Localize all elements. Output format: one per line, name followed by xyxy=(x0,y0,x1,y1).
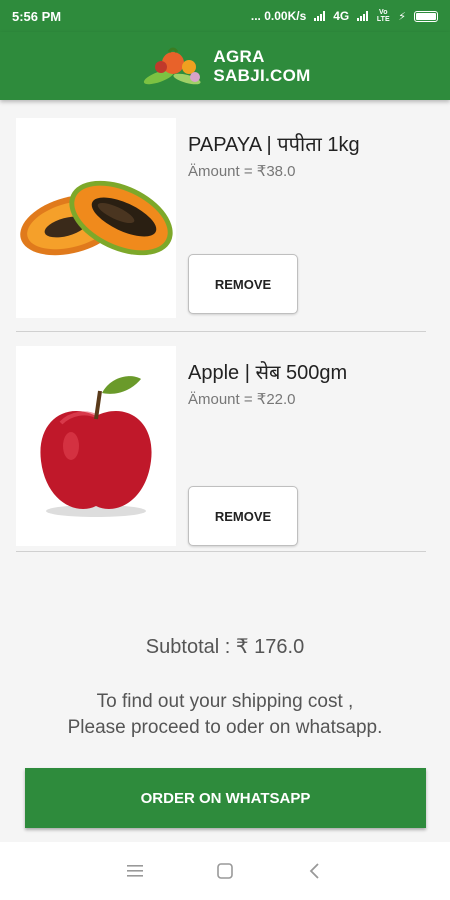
brand-line-2: SABJI.COM xyxy=(213,66,311,85)
brand-line-1: AGRA xyxy=(213,47,265,66)
volte-icon: Vo LTE xyxy=(376,9,390,23)
apple-image xyxy=(16,346,176,546)
charging-icon: ⚡ xyxy=(398,10,406,23)
brand-logo-text: AGRA SABJI.COM xyxy=(213,47,310,85)
cart-item: Apple | सेब 500gm Ämount = ₹22.0 REMOVE xyxy=(16,346,426,552)
status-bar: 5:56 PM ... 0.00K/s 4G Vo LTE ⚡ xyxy=(0,0,450,32)
network-type: 4G xyxy=(333,9,350,23)
signal-icon-2 xyxy=(357,11,369,21)
shipping-note: To find out your shipping cost , Please … xyxy=(0,689,450,741)
network-speed: ... 0.00K/s xyxy=(250,9,307,23)
menu-icon[interactable] xyxy=(124,860,146,882)
order-on-whatsapp-button[interactable]: ORDER ON WHATSAPP xyxy=(25,768,426,828)
item-amount: Ämount = ₹22.0 xyxy=(188,391,296,408)
shipping-note-line-1: To find out your shipping cost , xyxy=(96,691,354,712)
remove-button[interactable]: REMOVE xyxy=(188,254,298,314)
item-name: Apple | सेब 500gm xyxy=(188,362,348,384)
status-time: 5:56 PM xyxy=(12,8,62,24)
app-header: AGRA SABJI.COM xyxy=(0,32,450,100)
item-name: PAPAYA | पपीता 1kg xyxy=(188,134,360,156)
remove-button[interactable]: REMOVE xyxy=(188,486,298,546)
subtotal-text: Subtotal : ₹ 176.0 xyxy=(145,636,305,658)
cart-item: PAPAYA | पपीता 1kg Ämount = ₹38.0 REMOVE xyxy=(16,118,426,332)
item-amount: Ämount = ₹38.0 xyxy=(188,163,296,180)
papaya-image xyxy=(16,118,176,318)
signal-icon xyxy=(314,11,326,21)
back-icon[interactable] xyxy=(304,860,326,882)
battery-icon xyxy=(414,10,438,22)
vegetables-logo-icon xyxy=(139,43,209,89)
status-right: ... 0.00K/s 4G Vo LTE ⚡ xyxy=(251,9,438,23)
shipping-note-line-2: Please proceed to oder on whatsapp. xyxy=(67,717,383,738)
home-square-icon[interactable] xyxy=(214,860,236,882)
system-nav-bar xyxy=(0,842,450,900)
